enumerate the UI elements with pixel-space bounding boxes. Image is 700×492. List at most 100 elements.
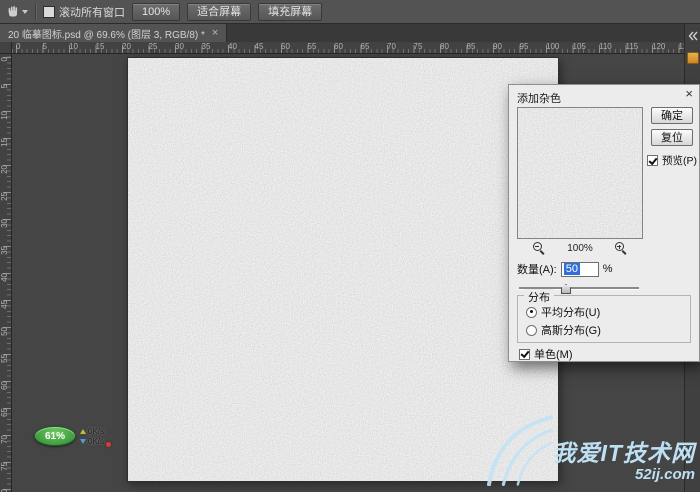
ruler-label: 55 (308, 42, 317, 51)
tab-close-icon[interactable]: × (212, 28, 218, 38)
ruler-label: 90 (493, 42, 502, 51)
ruler-label: 45 (0, 300, 9, 309)
ruler-label: 10 (0, 111, 9, 120)
preview-zoom-controls: 100% (517, 241, 643, 255)
document-tab-title: 20 临摹图标.psd @ 69.6% (图层 3, RGB/8) * (8, 26, 205, 41)
radio-button (526, 325, 537, 336)
ruler-label: 120 (652, 42, 665, 51)
network-monitor-widget[interactable]: 61% 0K/s 0K/s (34, 424, 104, 448)
amount-label: 数量(A): (517, 261, 557, 277)
checkbox-box (43, 6, 55, 18)
ruler-label: 45 (255, 42, 264, 51)
scroll-all-windows-checkbox[interactable]: 滚动所有窗口 (43, 4, 125, 20)
checkbox-box (519, 349, 530, 360)
dialog-title: 添加杂色 (517, 90, 561, 106)
percent-sign: % (603, 263, 613, 275)
ruler-label: 110 (599, 42, 612, 51)
ruler-label: 85 (467, 42, 476, 51)
ruler-label: 80 (440, 42, 449, 51)
uniform-radio[interactable]: 平均分布(U) (526, 304, 600, 320)
ruler-label: 50 (281, 42, 290, 51)
monochrome-checkbox-label: 单色(M) (534, 346, 573, 362)
chevron-down-icon (22, 10, 28, 14)
ruler-label: 5 (43, 42, 47, 51)
net-rates: 0K/s 0K/s (80, 427, 104, 446)
ruler-label: 15 (0, 138, 9, 147)
zoom-out-icon[interactable] (533, 242, 545, 254)
ruler-corner (0, 42, 12, 54)
ruler-label: 105 (573, 42, 586, 51)
reset-button[interactable]: 复位 (651, 129, 693, 146)
amount-input[interactable]: 50 (561, 262, 599, 277)
uniform-radio-label: 平均分布(U) (541, 304, 600, 320)
actual-pixels-button[interactable]: 100% (132, 3, 180, 21)
download-rate: 0K/s (88, 437, 104, 446)
preview-checkbox[interactable]: 预览(P) (647, 153, 697, 168)
gaussian-radio-label: 高斯分布(G) (541, 322, 601, 338)
collapse-dock-icon[interactable] (687, 30, 699, 42)
gaussian-radio[interactable]: 高斯分布(G) (526, 322, 601, 338)
add-noise-dialog: 添加杂色 × (508, 84, 700, 362)
ruler-label: 15 (96, 42, 105, 51)
scroll-all-windows-label: 滚动所有窗口 (59, 4, 125, 20)
ruler-label: 35 (202, 42, 211, 51)
ruler-label: 65 (361, 42, 370, 51)
download-arrow-icon (80, 439, 86, 444)
usage-percent: 61% (45, 431, 65, 442)
dialog-close-button[interactable]: × (685, 87, 693, 101)
ok-button[interactable]: 确定 (651, 107, 693, 124)
radio-button (526, 307, 537, 318)
ruler-label: 60 (0, 381, 9, 390)
fill-screen-button[interactable]: 填充屏幕 (258, 3, 322, 21)
preview-zoom-level: 100% (567, 243, 593, 254)
panel-swatch-icon[interactable] (687, 52, 699, 64)
ruler-label: 0 (16, 42, 20, 51)
zoom-in-icon[interactable] (615, 242, 627, 254)
options-bar: 滚动所有窗口 100% 适合屏幕 填充屏幕 (0, 0, 700, 24)
ruler-label: 20 (0, 165, 9, 174)
tool-preset-dropdown[interactable] (6, 5, 28, 19)
separator (35, 4, 36, 20)
fit-screen-button[interactable]: 适合屏幕 (187, 3, 251, 21)
ruler-label: 20 (122, 42, 131, 51)
document-tab[interactable]: 20 临摹图标.psd @ 69.6% (图层 3, RGB/8) * × (0, 24, 227, 42)
ruler-label: 95 (520, 42, 529, 51)
upload-rate: 0K/s (88, 427, 104, 436)
ruler-label: 75 (414, 42, 423, 51)
amount-value-selected: 50 (564, 263, 580, 275)
ruler-label: 25 (0, 192, 9, 201)
ruler-label: 40 (0, 273, 9, 282)
ruler-label: 50 (0, 327, 9, 336)
ruler-label: 30 (175, 42, 184, 51)
hand-tool-icon (6, 5, 20, 19)
checkbox-box (647, 155, 658, 166)
monochrome-checkbox[interactable]: 单色(M) (519, 346, 573, 362)
slider-thumb[interactable] (561, 284, 571, 294)
photoshop-window: 滚动所有窗口 100% 适合屏幕 填充屏幕 20 临摹图标.psd @ 69.6… (0, 0, 700, 492)
ruler-label: 75 (0, 462, 9, 471)
ruler-label: 115 (626, 42, 639, 51)
noise-preview[interactable] (517, 107, 643, 239)
ruler-label: 10 (69, 42, 78, 51)
vertical-ruler[interactable]: 05101520253035404550556065707580 (0, 54, 12, 492)
document-canvas[interactable] (127, 57, 559, 482)
alert-dot-icon (106, 442, 111, 447)
ruler-label: 40 (228, 42, 237, 51)
ruler-label: 70 (0, 435, 9, 444)
ruler-label: 35 (0, 246, 9, 255)
ruler-label: 70 (387, 42, 396, 51)
horizontal-ruler[interactable]: 0510152025303540455055606570758085909510… (12, 42, 684, 54)
ruler-label: 0 (0, 57, 9, 61)
distribution-label: 分布 (524, 289, 554, 305)
preview-checkbox-label: 预览(P) (662, 153, 697, 168)
ruler-label: 65 (0, 408, 9, 417)
ruler-label: 25 (149, 42, 158, 51)
ruler-label: 5 (0, 84, 9, 88)
amount-row: 数量(A): 50 % (517, 261, 613, 277)
ruler-label: 100 (546, 42, 559, 51)
noise-image (128, 58, 558, 481)
distribution-group: 分布 平均分布(U) 高斯分布(G) (517, 295, 691, 343)
usage-badge: 61% (34, 426, 76, 446)
ruler-label: 55 (0, 354, 9, 363)
upload-arrow-icon (80, 429, 86, 434)
